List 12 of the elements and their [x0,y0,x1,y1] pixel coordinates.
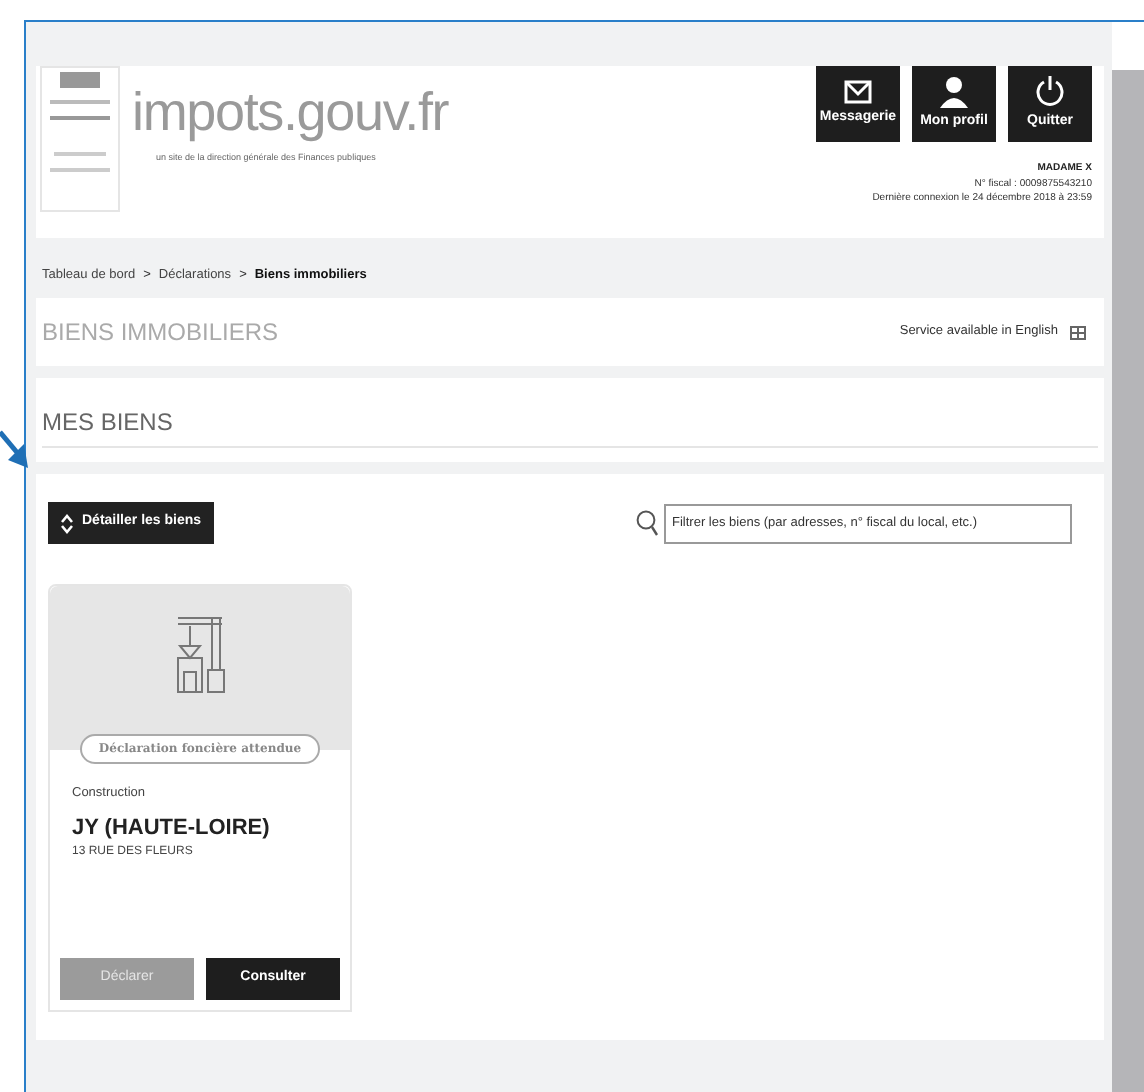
property-city: JY (HAUTE-LOIRE) [70,813,272,844]
crane-building-icon [174,614,226,694]
expand-icon [60,513,74,533]
envelope-icon [844,79,872,104]
flag-icon [1070,325,1086,339]
power-icon [1036,75,1064,108]
scrollbar[interactable] [1112,70,1144,1092]
person-icon [940,75,968,108]
page-title: BIENS IMMOBILIERS [42,316,279,350]
search-icon [636,510,658,536]
arrow-icon [0,428,32,472]
section-title: MES BIENS [42,406,175,440]
